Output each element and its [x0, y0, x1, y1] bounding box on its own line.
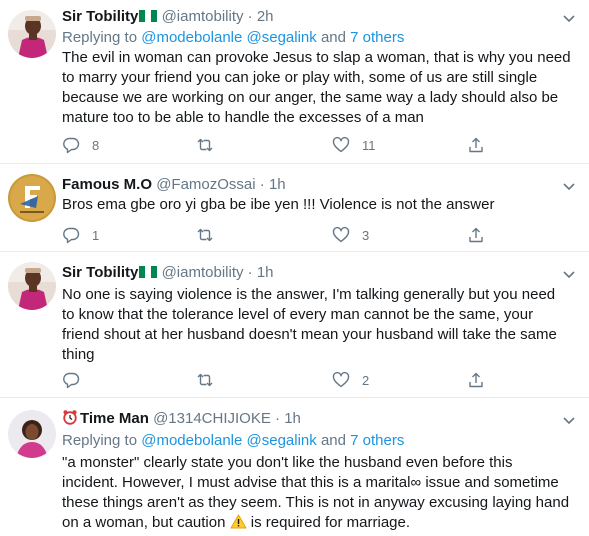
username[interactable]: @iamtobility — [162, 264, 244, 281]
reply-icon — [63, 372, 80, 389]
warning-icon — [230, 514, 247, 529]
retweet-icon — [197, 373, 213, 387]
reply-and: and — [320, 432, 346, 449]
retweet-icon — [197, 228, 213, 242]
separator-dot: · — [275, 410, 281, 427]
tweet[interactable]: Time Man @1314CHIJIOKE · 1h Replying to … — [0, 398, 589, 536]
separator-dot: · — [247, 264, 253, 281]
tweet-feed: Sir Tobility @iamtobility · 2h Replying … — [0, 0, 589, 536]
alarm-clock-icon — [63, 410, 77, 425]
username[interactable]: @iamtobility — [162, 8, 244, 25]
reply-icon — [63, 137, 80, 154]
reply-and: and — [320, 29, 346, 46]
reply-others-link[interactable]: 7 others — [350, 432, 404, 449]
reply-button[interactable]: 1 — [62, 225, 99, 245]
reply-mentions[interactable]: @modebolanle @segalink — [141, 29, 317, 46]
like-count: 3 — [362, 227, 370, 243]
tweet[interactable]: Sir Tobility @iamtobility · 2h Replying … — [0, 0, 589, 164]
like-icon — [332, 226, 350, 243]
like-button[interactable]: 2 — [332, 370, 369, 390]
reply-count: 1 — [92, 227, 100, 243]
tweet-header: Sir Tobility @iamtobility · 2h — [62, 7, 559, 27]
tweet-text: No one is saying violence is the answer,… — [62, 286, 557, 363]
chevron-down-icon[interactable] — [561, 178, 577, 194]
tweet[interactable]: Sir Tobility @iamtobility · 1h No one is… — [0, 252, 589, 398]
separator-dot: · — [259, 176, 265, 193]
nigeria-flag-icon — [139, 266, 158, 278]
replying-to: Replying to @modebolanle @segalink and 7… — [62, 28, 569, 48]
display-name[interactable]: Time Man — [80, 410, 149, 427]
timestamp[interactable]: 1h — [284, 410, 301, 427]
replying-to: Replying to @modebolanle @segalink and 7… — [62, 431, 569, 451]
replying-to-label: Replying to — [62, 432, 138, 449]
retweet-button[interactable] — [196, 370, 214, 390]
share-button[interactable] — [467, 225, 485, 245]
share-icon — [469, 372, 483, 388]
display-name[interactable]: Sir Tobility — [62, 264, 138, 281]
avatar[interactable] — [8, 410, 56, 458]
avatar[interactable] — [8, 174, 56, 222]
reply-icon — [63, 227, 80, 244]
share-button[interactable] — [467, 370, 485, 390]
chevron-down-icon[interactable] — [561, 10, 577, 26]
like-button[interactable]: 11 — [332, 135, 376, 155]
avatar[interactable] — [8, 262, 56, 310]
tweet-actions: 2 — [62, 370, 589, 390]
chevron-down-icon[interactable] — [561, 412, 577, 428]
like-count: 2 — [362, 372, 370, 388]
tweet-text: The evil in woman can provoke Jesus to s… — [62, 49, 571, 126]
tweet-text: "a monster" clearly state you don't like… — [62, 453, 571, 533]
username[interactable]: @FamozOssai — [156, 176, 255, 193]
tweet[interactable]: Famous M.O @FamozOssai · 1h Bros ema gbe… — [0, 164, 589, 252]
separator-dot: · — [247, 8, 253, 25]
timestamp[interactable]: 1h — [269, 176, 286, 193]
chevron-down-icon[interactable] — [561, 266, 577, 282]
tweet-header: Time Man @1314CHIJIOKE · 1h — [62, 409, 559, 429]
share-icon — [469, 137, 483, 153]
reply-count: 8 — [92, 137, 100, 153]
retweet-button[interactable] — [196, 135, 214, 155]
tweet-text: Bros ema gbe oro yi gba be ibe yen !!! V… — [62, 196, 495, 213]
tweet-actions: 1 3 — [62, 225, 589, 245]
like-count: 11 — [362, 137, 376, 153]
reply-mentions[interactable]: @modebolanle @segalink — [141, 432, 317, 449]
display-name[interactable]: Famous M.O — [62, 176, 152, 193]
username[interactable]: @1314CHIJIOKE — [153, 410, 271, 427]
like-button[interactable]: 3 — [332, 225, 369, 245]
nigeria-flag-icon — [139, 10, 158, 22]
like-icon — [332, 371, 350, 388]
reply-others-link[interactable]: 7 others — [350, 29, 404, 46]
timestamp[interactable]: 2h — [257, 8, 274, 25]
reply-button[interactable]: 8 — [62, 135, 99, 155]
share-icon — [469, 227, 483, 243]
like-icon — [332, 136, 350, 153]
avatar[interactable] — [8, 10, 56, 58]
tweet-actions: 8 11 — [62, 135, 589, 155]
retweet-button[interactable] — [196, 225, 214, 245]
share-button[interactable] — [467, 135, 485, 155]
timestamp[interactable]: 1h — [257, 264, 274, 281]
reply-button[interactable] — [62, 370, 80, 390]
retweet-icon — [197, 138, 213, 152]
tweet-header: Sir Tobility @iamtobility · 1h — [62, 263, 559, 283]
tweet-header: Famous M.O @FamozOssai · 1h — [62, 175, 559, 195]
replying-to-label: Replying to — [62, 29, 138, 46]
display-name[interactable]: Sir Tobility — [62, 8, 138, 25]
tweet-text-part: is required for marriage. — [250, 514, 411, 531]
